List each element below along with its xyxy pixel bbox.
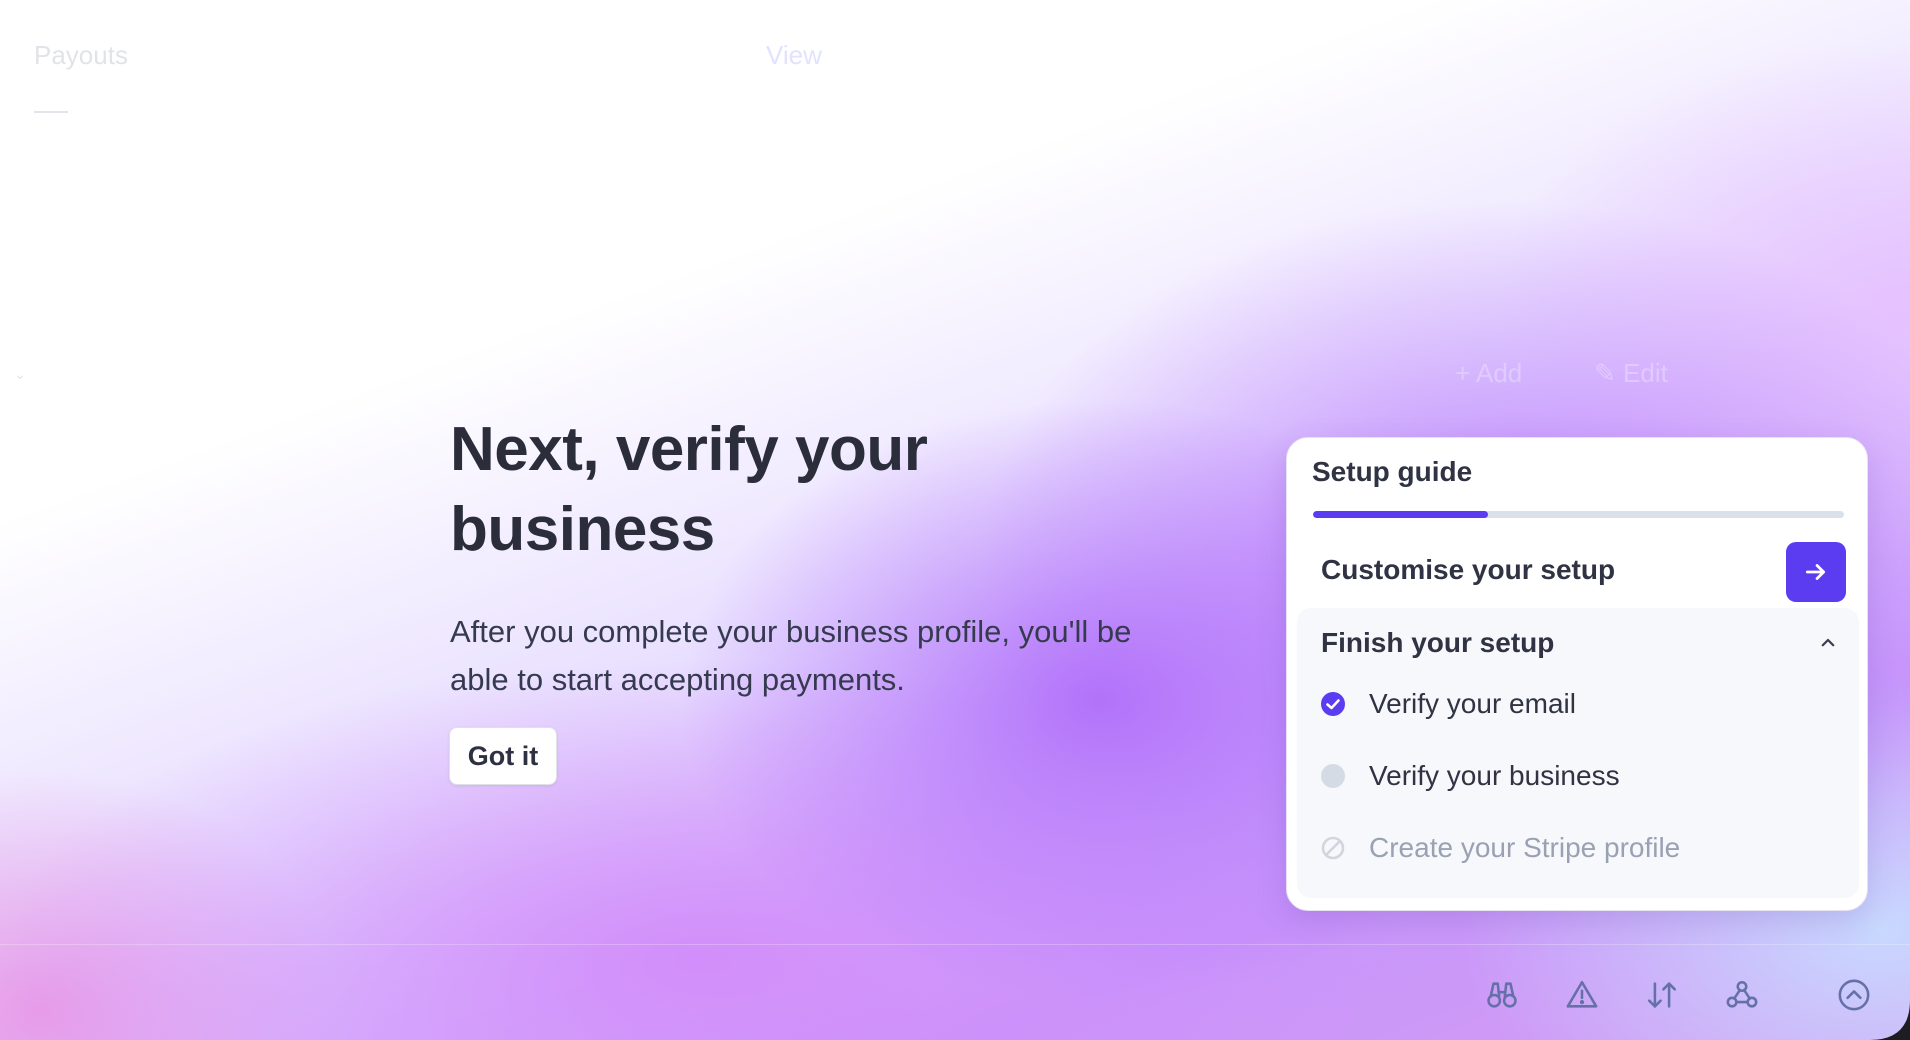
setup-progress-fill [1313, 511, 1489, 518]
pending-circle-icon [1321, 764, 1345, 788]
webhooks-icon[interactable] [1722, 975, 1762, 1015]
faded-tab-indicator [34, 111, 68, 113]
chevron-up-icon[interactable] [1819, 634, 1837, 652]
task-label: Verify your business [1369, 760, 1620, 791]
got-it-button[interactable]: Got it [449, 727, 557, 785]
chevron-up-circle-icon[interactable] [1834, 975, 1874, 1015]
warning-icon[interactable] [1562, 975, 1602, 1015]
window-corner [1870, 1000, 1910, 1040]
hero-description: After you complete your business profile… [450, 614, 1132, 697]
faded-nav-payouts: Payouts [34, 40, 128, 70]
finish-setup-title: Finish your setup [1321, 627, 1555, 658]
faded-add-action: + Add [1455, 358, 1523, 388]
faded-edit-action: ✎ Edit [1594, 358, 1668, 388]
toolbar-divider [0, 944, 1910, 945]
task-verify-email[interactable]: Verify your email [1321, 682, 1821, 726]
check-circle-icon [1321, 692, 1345, 716]
finish-setup-header[interactable]: Finish your setup [1297, 608, 1859, 678]
setup-progress-bar [1313, 511, 1844, 518]
task-verify-business[interactable]: Verify your business [1321, 754, 1821, 798]
task-label: Verify your email [1369, 688, 1576, 719]
faded-chevron-icon: ⌄ [14, 366, 26, 382]
setup-guide-card: Setup guide Customise your setup Finish … [1286, 437, 1868, 911]
customise-setup-button[interactable] [1786, 542, 1846, 602]
customise-setup-label: Customise your setup [1321, 554, 1616, 585]
faded-nav-view: View [766, 40, 822, 70]
customise-setup-row[interactable]: Customise your setup [1321, 542, 1846, 602]
hero-title: Next, verify your business [450, 415, 928, 564]
arrow-right-icon [1805, 564, 1825, 580]
verify-business-hero: Next, verify your business After you com… [450, 410, 1150, 704]
binoculars-icon[interactable] [1482, 975, 1522, 1015]
sort-arrows-icon[interactable] [1642, 975, 1682, 1015]
setup-guide-title: Setup guide [1312, 456, 1473, 487]
finish-setup-panel: Finish your setup Verify your email Veri… [1297, 608, 1859, 898]
task-label: Create your Stripe profile [1369, 832, 1681, 863]
disabled-circle-icon [1321, 836, 1345, 860]
task-create-stripe-profile: Create your Stripe profile [1321, 826, 1821, 870]
